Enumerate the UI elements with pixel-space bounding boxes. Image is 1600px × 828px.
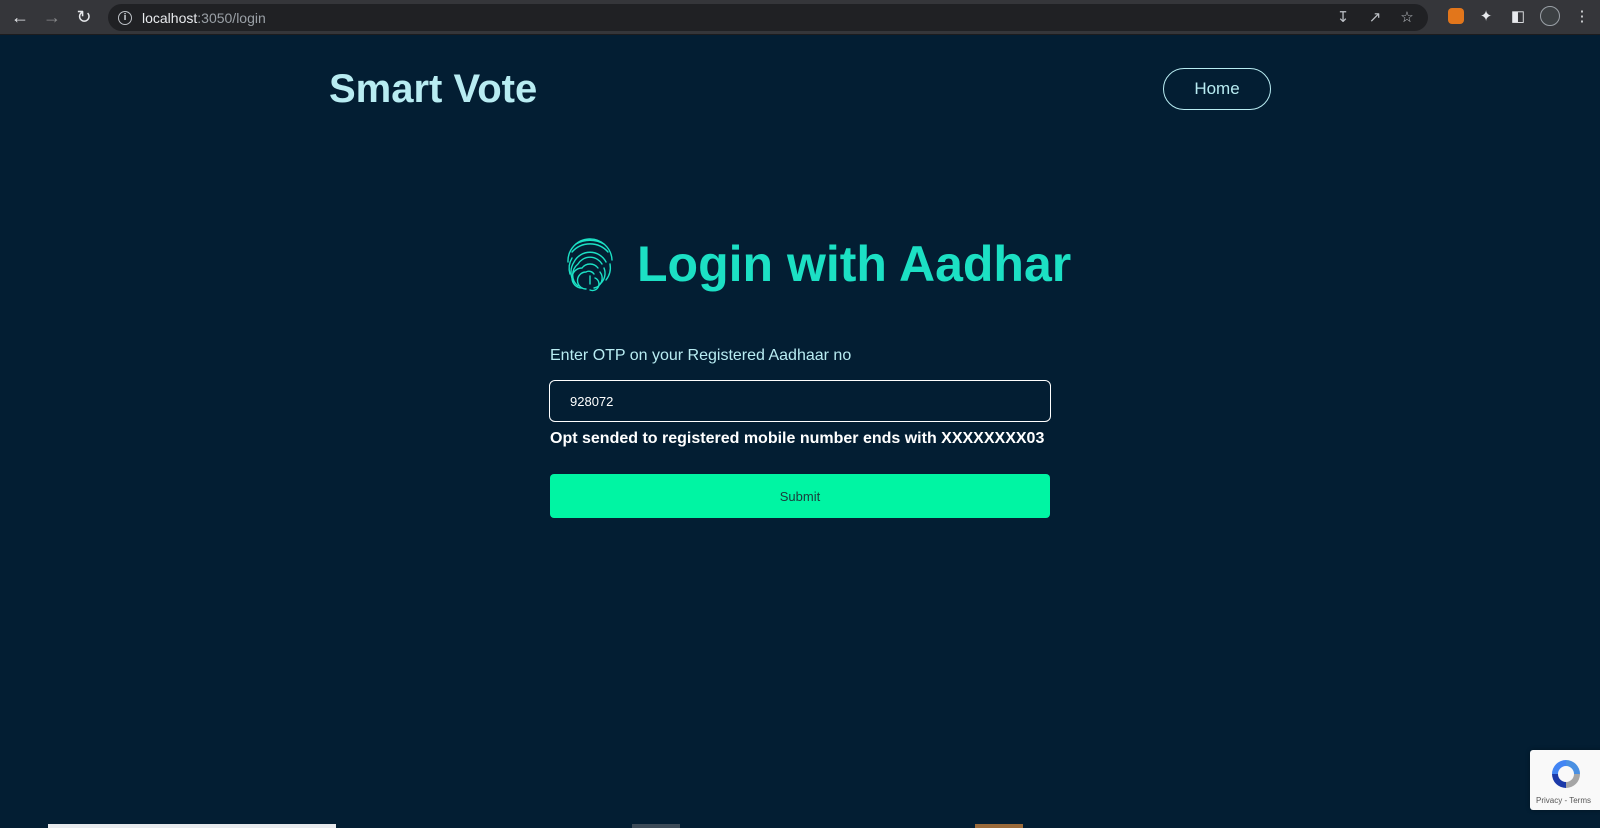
submit-button[interactable]: Submit <box>550 474 1050 518</box>
browser-toolbar: ← → ↻ i localhost:3050/login ↧ ↗ ☆ ✦ ◧ ⋮ <box>0 0 1600 35</box>
kebab-menu-icon[interactable]: ⋮ <box>1572 6 1592 26</box>
side-panel-icon[interactable]: ◧ <box>1508 6 1528 26</box>
bottom-strip-segment <box>632 824 680 828</box>
otp-label: Enter OTP on your Registered Aadhaar no <box>550 347 852 364</box>
bookmark-star-icon[interactable]: ☆ <box>1398 8 1416 26</box>
back-icon[interactable]: ← <box>8 5 32 29</box>
home-button[interactable]: Home <box>1163 68 1271 110</box>
login-title: Login with Aadhar <box>637 236 1072 292</box>
bottom-strip-segment <box>48 824 336 828</box>
info-icon[interactable]: i <box>118 10 132 25</box>
fingerprint-icon <box>567 238 613 292</box>
recaptcha-badge[interactable]: Privacy - Terms <box>1530 750 1600 810</box>
recaptcha-links: Privacy - Terms <box>1536 796 1591 805</box>
otp-input[interactable] <box>549 380 1051 422</box>
profile-avatar-icon[interactable] <box>1540 6 1560 26</box>
recaptcha-icon <box>1552 760 1580 788</box>
recaptcha-privacy-link[interactable]: Privacy <box>1536 796 1562 805</box>
url-host: localhost <box>142 9 198 26</box>
login-heading: Login with Aadhar <box>560 234 1071 294</box>
recaptcha-terms-link[interactable]: Terms <box>1569 796 1591 805</box>
share-icon[interactable]: ↗ <box>1366 8 1384 26</box>
bottom-strip <box>0 824 1600 828</box>
forward-icon[interactable]: → <box>40 5 64 29</box>
otp-sent-note: Opt sended to registered mobile number e… <box>550 430 1045 447</box>
address-bar[interactable]: i localhost:3050/login ↧ ↗ ☆ <box>108 4 1428 31</box>
address-actions: ↧ ↗ ☆ <box>1334 8 1416 26</box>
bottom-strip-segment <box>975 824 1023 828</box>
extension-actions: ✦ ◧ ⋮ <box>1448 6 1592 26</box>
url-path: :3050/login <box>197 9 266 26</box>
puzzle-extensions-icon[interactable]: ✦ <box>1476 6 1496 26</box>
install-icon[interactable]: ↧ <box>1334 8 1352 26</box>
brand-title: Smart Vote <box>329 67 538 111</box>
page: Smart Vote Home Login with Aadhar Enter … <box>0 36 1600 828</box>
metamask-fox-icon[interactable] <box>1448 8 1464 24</box>
reload-icon[interactable]: ↻ <box>72 5 96 29</box>
